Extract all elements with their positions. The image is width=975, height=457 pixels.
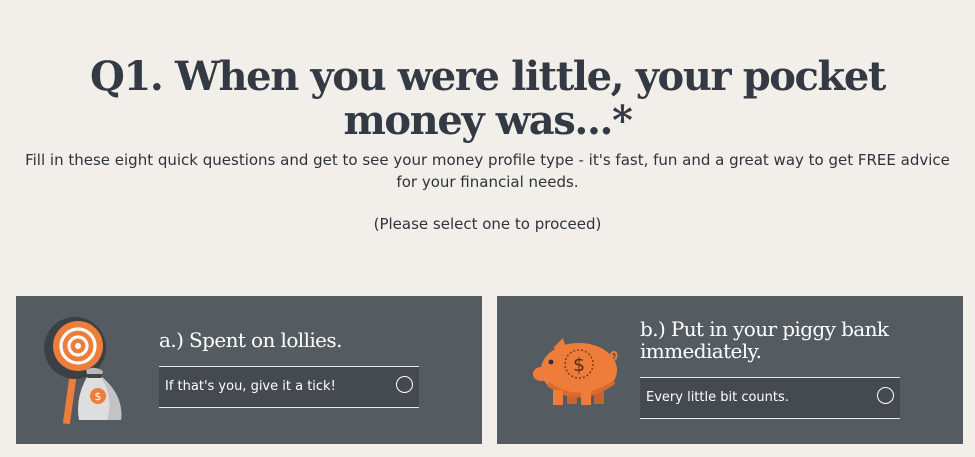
option-a-tick-row[interactable]: If that's you, give it a tick! (159, 366, 419, 408)
option-a-tick-text: If that's you, give it a tick! (165, 379, 336, 394)
piggy-bank-icon: $ (519, 332, 619, 412)
piggy-dollar: $ (573, 354, 585, 376)
question-title-line-1: Q1. When you were little, your pocket (90, 52, 886, 100)
option-a-radio[interactable] (396, 376, 413, 393)
intro-text: Fill in these eight quick questions and … (25, 151, 950, 191)
question-title-line-2: money was...* (343, 96, 632, 144)
option-b-card[interactable]: $ b.) Put in your piggy bank immediately… (497, 296, 963, 444)
option-b-label: b.) Put in your piggy bank immediately. (640, 317, 889, 363)
question-title: Q1. When you were little, your pocket mo… (0, 52, 975, 144)
moneybag-dollar: $ (95, 390, 102, 403)
option-a-card[interactable]: $ a.) Spent on lollies. If that's you, g… (16, 296, 482, 444)
option-b-tick-row[interactable]: Every little bit counts. (640, 377, 900, 419)
lollipop-moneybag-icon: $ (41, 316, 131, 426)
option-b-radio[interactable] (877, 387, 894, 404)
option-a-label: a.) Spent on lollies. (159, 328, 342, 352)
option-b-tick-text: Every little bit counts. (646, 390, 789, 405)
instruction-text: (Please select one to proceed) (373, 215, 602, 233)
